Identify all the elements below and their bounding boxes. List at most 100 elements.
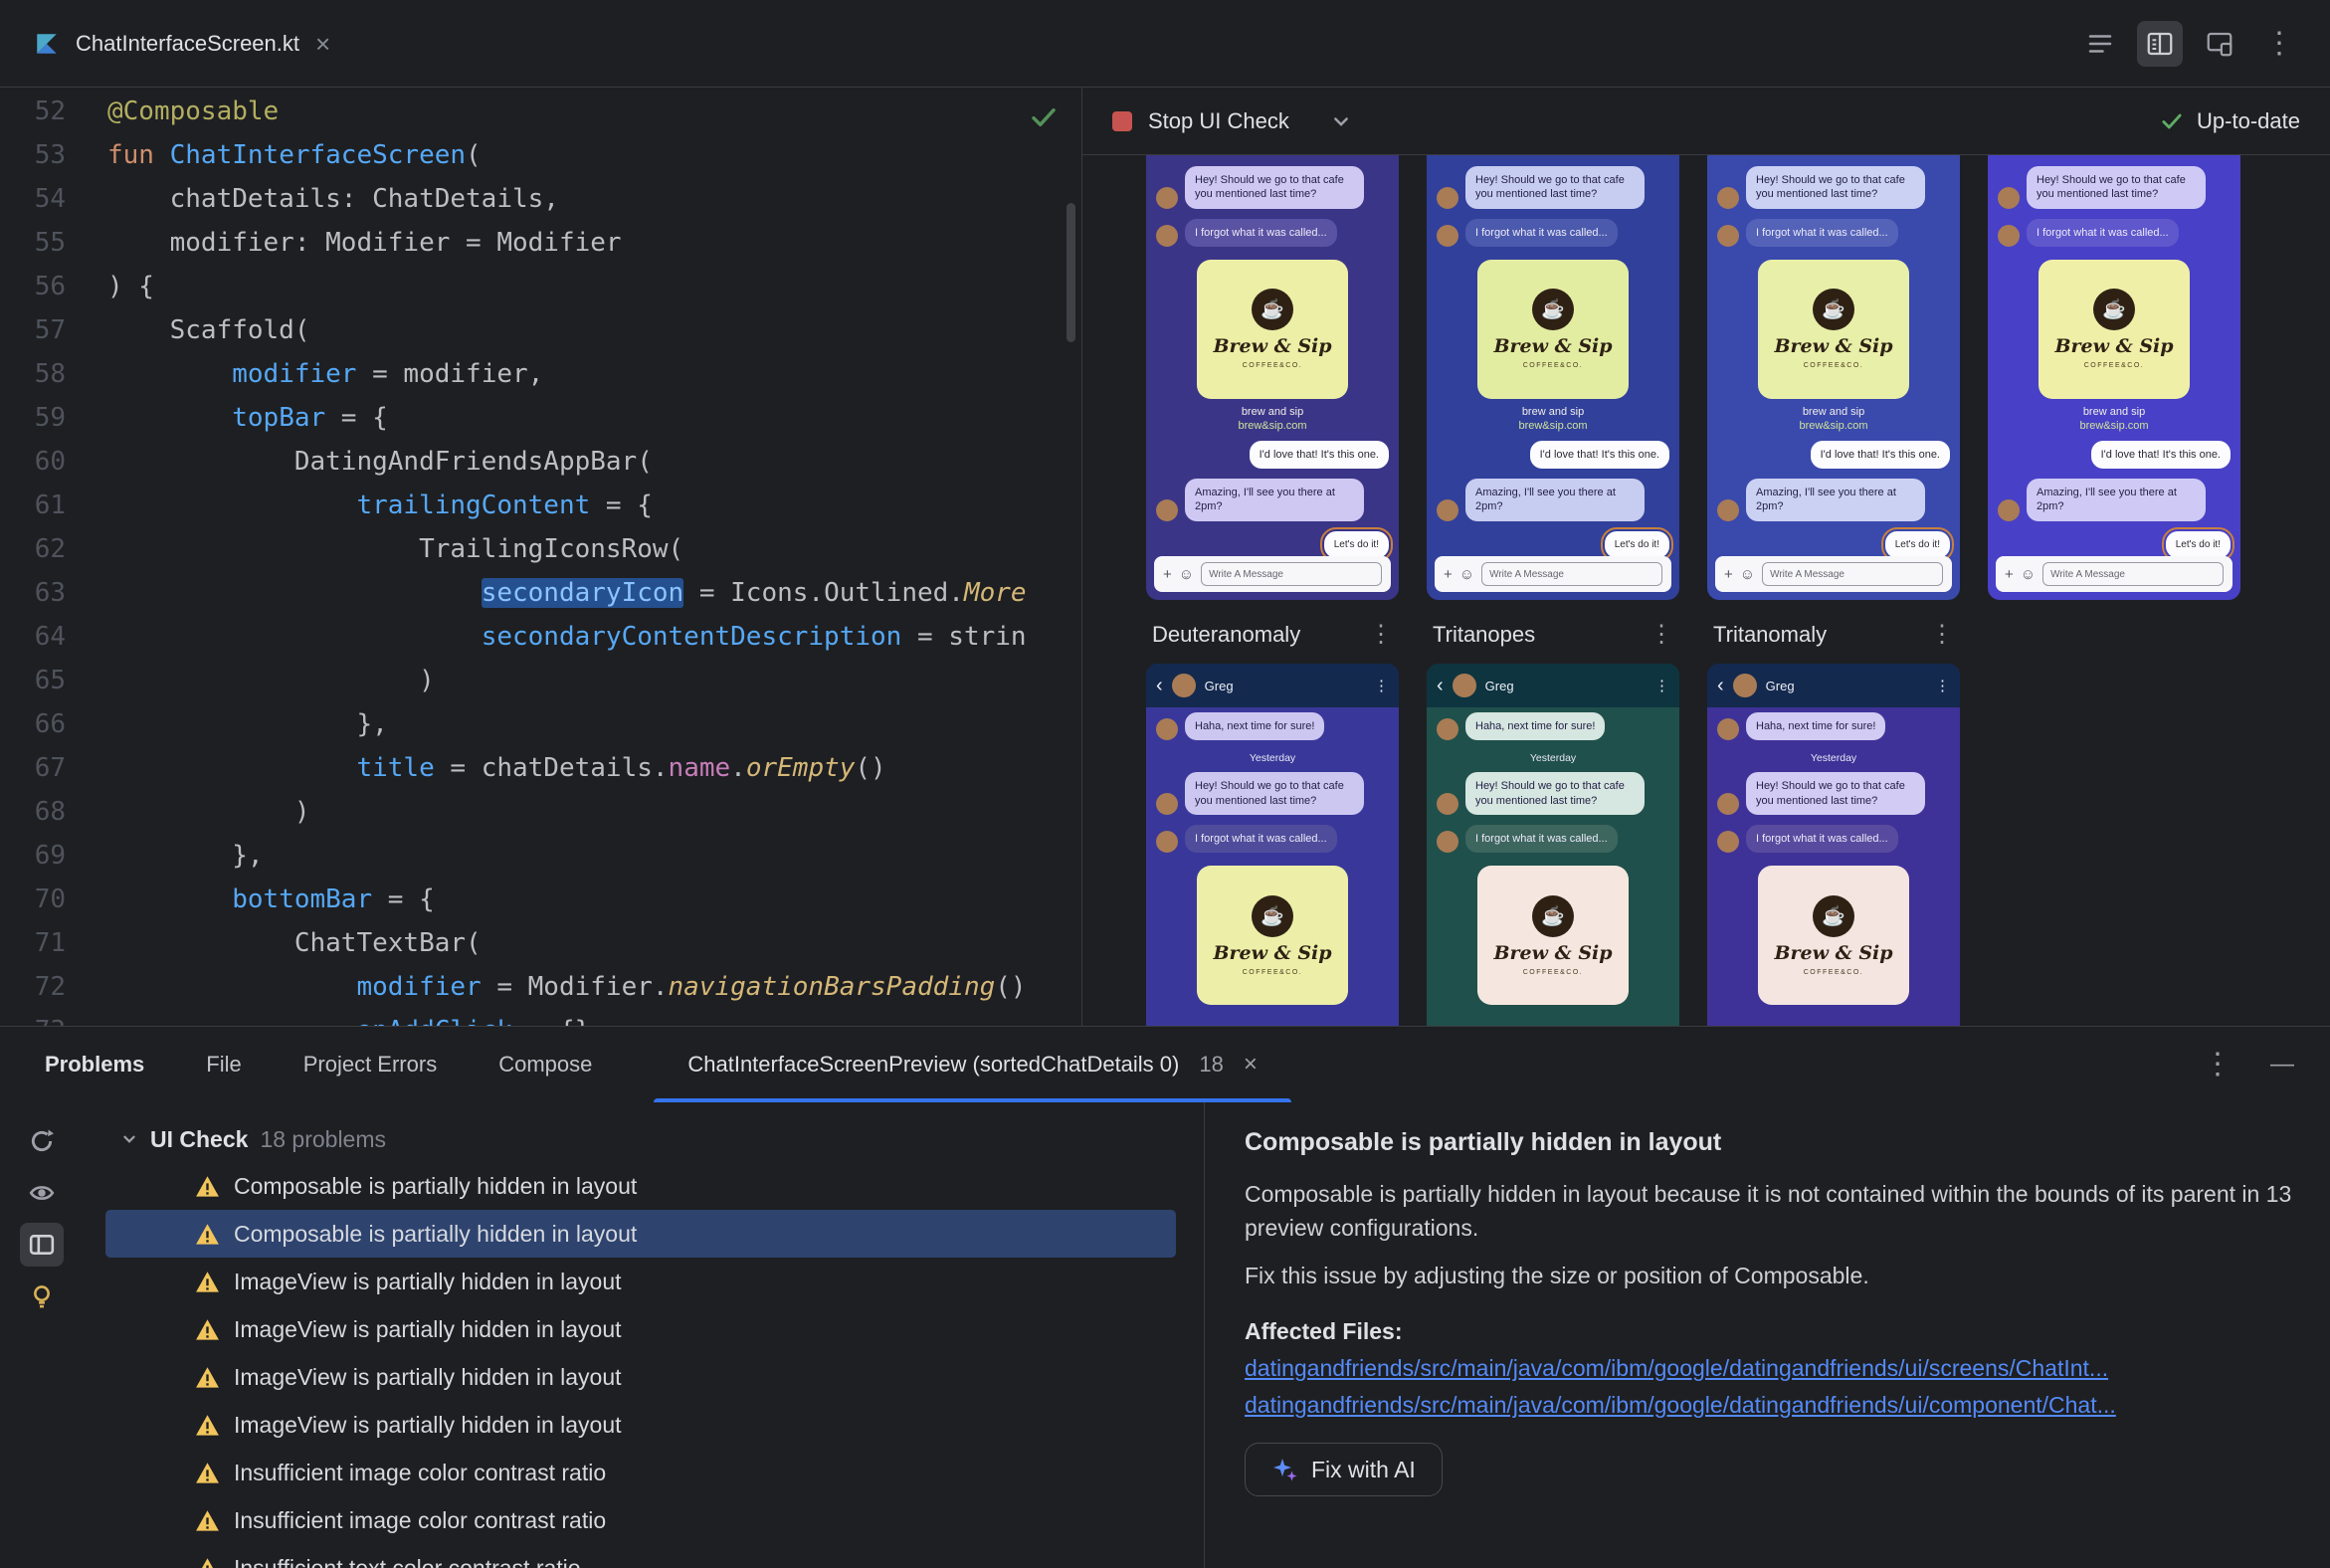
code-line[interactable]: ChatTextBar( bbox=[107, 921, 1081, 965]
code-line[interactable]: modifier = modifier, bbox=[107, 352, 1081, 396]
problem-row[interactable]: Insufficient image color contrast ratio bbox=[105, 1496, 1176, 1544]
menu-icon[interactable]: ⋮ bbox=[1654, 679, 1669, 693]
editor-tab[interactable]: ChatInterfaceScreen.kt × bbox=[24, 0, 340, 87]
emoji-icon[interactable]: ☺ bbox=[2021, 567, 2036, 582]
problem-row[interactable]: ImageView is partially hidden in layout bbox=[105, 1305, 1176, 1353]
code-line[interactable]: topBar = { bbox=[107, 396, 1081, 440]
code-line[interactable]: TrailingIconsRow( bbox=[107, 527, 1081, 571]
problem-row[interactable]: Insufficient text color contrast ratio bbox=[105, 1544, 1176, 1568]
structure-lines-icon[interactable] bbox=[2077, 21, 2123, 67]
menu-icon[interactable]: ⋮ bbox=[1374, 679, 1389, 693]
add-attachment-icon[interactable]: + bbox=[1724, 567, 1733, 582]
problem-row[interactable]: Composable is partially hidden in layout bbox=[105, 1162, 1176, 1210]
tab-preview-label: ChatInterfaceScreenPreview (sortedChatDe… bbox=[687, 1052, 1180, 1077]
code-line[interactable]: fun ChatInterfaceScreen( bbox=[107, 133, 1081, 177]
tab-close-icon[interactable]: × bbox=[315, 31, 330, 57]
menu-icon[interactable]: ⋮ bbox=[1935, 679, 1950, 693]
message-input-bar[interactable]: + ☺ Write A Message bbox=[1715, 556, 1952, 592]
preview-phone[interactable]: ‹ Greg ⋮ Haha, next time for sure! Yesterday… bbox=[1707, 664, 1960, 1026]
preview-phone[interactable]: ‹ Greg ⋮ Haha, next time for sure! Yesterday… bbox=[1427, 664, 1679, 1026]
preview-menu-icon[interactable]: ⋮ bbox=[1650, 623, 1673, 647]
back-icon[interactable]: ‹ bbox=[1156, 676, 1163, 695]
preview-phone[interactable]: Hey! Should we go to that cafe you menti… bbox=[1707, 155, 1960, 600]
message-input-bar[interactable]: + ☺ Write A Message bbox=[1435, 556, 1671, 592]
tab-file[interactable]: File bbox=[206, 1052, 241, 1078]
avatar bbox=[1717, 718, 1739, 741]
preview-phone[interactable]: Hey! Should we go to that cafe you menti… bbox=[1146, 155, 1399, 600]
preview-menu-icon[interactable]: ⋮ bbox=[1930, 623, 1954, 647]
preview-phone[interactable]: Hey! Should we go to that cafe you menti… bbox=[1427, 155, 1679, 600]
problem-row[interactable]: Insufficient image color contrast ratio bbox=[105, 1449, 1176, 1496]
emoji-icon[interactable]: ☺ bbox=[1740, 567, 1755, 582]
code-line[interactable]: chatDetails: ChatDetails, bbox=[107, 177, 1081, 221]
device-preview-icon[interactable] bbox=[2197, 21, 2242, 67]
preview-phone[interactable]: Hey! Should we go to that cafe you menti… bbox=[1988, 155, 2240, 600]
back-icon[interactable]: ‹ bbox=[1717, 676, 1724, 695]
fix-with-ai-button[interactable]: Fix with AI bbox=[1245, 1443, 1443, 1496]
panel-options-icon[interactable]: ⋮ bbox=[2203, 1050, 2233, 1079]
code-line[interactable]: }, bbox=[107, 702, 1081, 746]
code-line[interactable]: secondaryIcon = Icons.Outlined.More bbox=[107, 571, 1081, 615]
code-line[interactable]: title = chatDetails.name.orEmpty() bbox=[107, 746, 1081, 790]
code-line[interactable]: trailingContent = { bbox=[107, 484, 1081, 527]
code-line[interactable]: modifier = Modifier.navigationBarsPaddin… bbox=[107, 965, 1081, 1009]
tab-project-errors[interactable]: Project Errors bbox=[303, 1052, 437, 1078]
avatar bbox=[1717, 224, 1739, 247]
card-url[interactable]: brew&sip.com bbox=[1197, 420, 1348, 432]
message-input[interactable]: Write A Message bbox=[1201, 562, 1382, 586]
add-attachment-icon[interactable]: + bbox=[2005, 567, 2014, 582]
eye-icon[interactable] bbox=[20, 1171, 64, 1215]
more-menu-icon[interactable]: ⋮ bbox=[2256, 21, 2302, 67]
problem-row[interactable]: ImageView is partially hidden in layout bbox=[105, 1258, 1176, 1305]
message-input[interactable]: Write A Message bbox=[2042, 562, 2224, 586]
code-line[interactable]: onAddClick = {} bbox=[107, 1009, 1081, 1026]
lightbulb-icon[interactable] bbox=[20, 1274, 64, 1318]
editor-scrollbar[interactable] bbox=[1067, 203, 1075, 342]
back-icon[interactable]: ‹ bbox=[1437, 676, 1444, 695]
code-line[interactable]: DatingAndFriendsAppBar( bbox=[107, 440, 1081, 484]
card-url[interactable]: brew&sip.com bbox=[1477, 420, 1629, 432]
card-url[interactable]: brew&sip.com bbox=[1758, 420, 1909, 432]
code-line[interactable]: }, bbox=[107, 834, 1081, 878]
affected-file-link[interactable]: datingandfriends/src/main/java/com/ibm/g… bbox=[1245, 1355, 2294, 1382]
emoji-icon[interactable]: ☺ bbox=[1459, 567, 1474, 582]
code-line[interactable]: bottomBar = { bbox=[107, 878, 1081, 921]
message-input[interactable]: Write A Message bbox=[1762, 562, 1943, 586]
code-line[interactable]: Scaffold( bbox=[107, 308, 1081, 352]
code-line[interactable]: secondaryContentDescription = strin bbox=[107, 615, 1081, 659]
preview-phone[interactable]: ‹ Greg ⋮ Haha, next time for sure! Yesterday… bbox=[1146, 664, 1399, 1026]
tab-compose[interactable]: Compose bbox=[498, 1052, 592, 1078]
problem-row[interactable]: ImageView is partially hidden in layout bbox=[105, 1353, 1176, 1401]
warning-icon bbox=[196, 1318, 219, 1340]
message-input-bar[interactable]: + ☺ Write A Message bbox=[1996, 556, 2233, 592]
preview-menu-icon[interactable]: ⋮ bbox=[1369, 623, 1393, 647]
tab-close-icon[interactable]: × bbox=[1244, 1051, 1258, 1078]
problem-row[interactable]: ImageView is partially hidden in layout bbox=[105, 1401, 1176, 1449]
code-line[interactable]: ) bbox=[107, 659, 1081, 702]
stop-ui-check-button[interactable]: Stop UI Check bbox=[1112, 108, 1289, 134]
add-attachment-icon[interactable]: + bbox=[1163, 567, 1172, 582]
problems-group-header[interactable]: UI Check 18 problems bbox=[84, 1116, 1204, 1162]
code-line[interactable]: @Composable bbox=[107, 90, 1081, 133]
code-editor[interactable]: 52 53 54 55 56 57 58 59 60 61 62 63 64 65 66 67 68 69 70 71… bbox=[0, 88, 1082, 1026]
problem-row[interactable]: Composable is partially hidden in layout bbox=[105, 1210, 1176, 1258]
emoji-icon[interactable]: ☺ bbox=[1179, 567, 1194, 582]
details-view-icon[interactable] bbox=[20, 1223, 64, 1267]
code-line[interactable]: ) { bbox=[107, 265, 1081, 308]
tool-window-title[interactable]: Problems bbox=[45, 1052, 144, 1078]
message-input[interactable]: Write A Message bbox=[1481, 562, 1662, 586]
card-image: ☕ Brew & Sip COFFEE&CO. bbox=[1477, 259, 1629, 399]
chevron-down-icon[interactable] bbox=[120, 1130, 138, 1148]
tab-preview[interactable]: ChatInterfaceScreenPreview (sortedChatDe… bbox=[654, 1027, 1291, 1102]
chevron-down-icon[interactable] bbox=[1331, 111, 1351, 131]
inspection-ok-icon[interactable] bbox=[1028, 101, 1060, 133]
card-url[interactable]: brew&sip.com bbox=[2039, 420, 2190, 432]
split-editor-icon[interactable] bbox=[2137, 20, 2183, 67]
add-attachment-icon[interactable]: + bbox=[1444, 567, 1453, 582]
affected-file-link[interactable]: datingandfriends/src/main/java/com/ibm/g… bbox=[1245, 1392, 2294, 1419]
code-line[interactable]: modifier: Modifier = Modifier bbox=[107, 221, 1081, 265]
code-line[interactable]: ) bbox=[107, 790, 1081, 834]
minimize-icon[interactable]: — bbox=[2270, 1051, 2294, 1078]
message-input-bar[interactable]: + ☺ Write A Message bbox=[1154, 556, 1391, 592]
refresh-icon[interactable] bbox=[20, 1119, 64, 1163]
